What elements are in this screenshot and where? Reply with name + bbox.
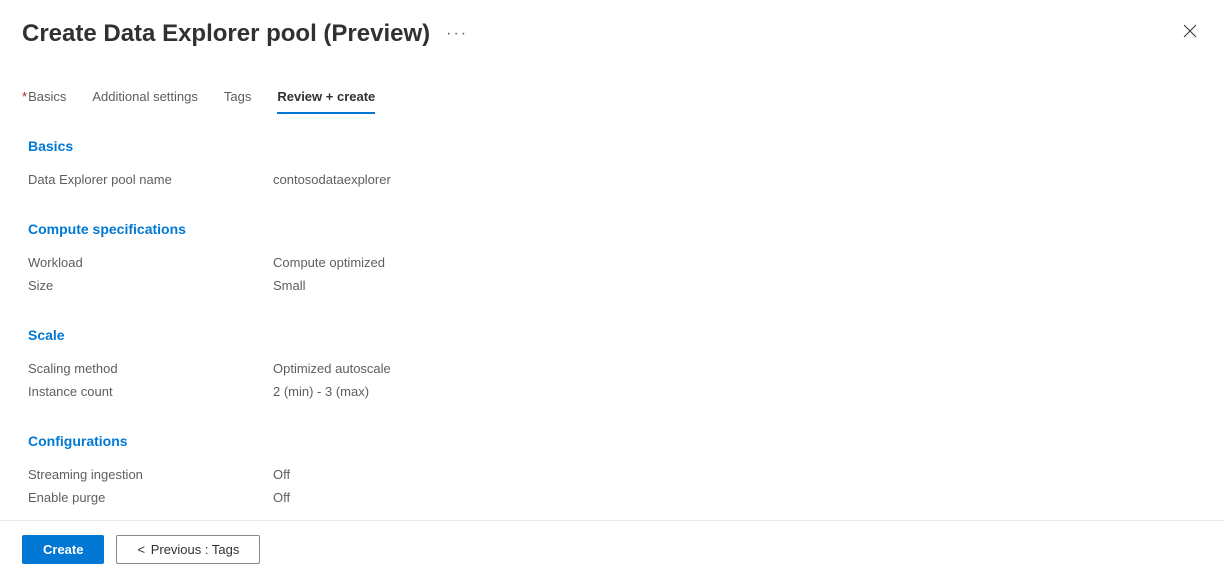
tab-label: Additional settings [92, 89, 198, 104]
label-pool-name: Data Explorer pool name [28, 172, 273, 187]
create-button[interactable]: Create [22, 535, 104, 564]
tab-additional-settings[interactable]: Additional settings [92, 89, 198, 114]
tab-review-create[interactable]: Review + create [277, 89, 375, 114]
label-instance-count: Instance count [28, 384, 273, 399]
row-pool-name: Data Explorer pool name contosodataexplo… [28, 168, 1203, 191]
tab-tags[interactable]: Tags [224, 89, 251, 114]
label-streaming-ingestion: Streaming ingestion [28, 467, 273, 482]
section-header-basics: Basics [28, 138, 1203, 154]
section-header-compute: Compute specifications [28, 221, 1203, 237]
value-workload: Compute optimized [273, 255, 385, 270]
tab-basics[interactable]: *Basics [22, 89, 66, 114]
footer: Create < Previous : Tags [0, 520, 1225, 578]
row-workload: Workload Compute optimized [28, 251, 1203, 274]
section-header-configurations: Configurations [28, 433, 1203, 449]
row-enable-purge: Enable purge Off [28, 486, 1203, 509]
value-streaming-ingestion: Off [273, 467, 290, 482]
value-pool-name: contosodataexplorer [273, 172, 391, 187]
tabs: *Basics Additional settings Tags Review … [0, 59, 1225, 114]
section-basics: Basics Data Explorer pool name contosoda… [28, 138, 1203, 191]
header: Create Data Explorer pool (Preview) ··· [0, 0, 1225, 59]
section-scale: Scale Scaling method Optimized autoscale… [28, 327, 1203, 403]
label-enable-purge: Enable purge [28, 490, 273, 505]
section-header-scale: Scale [28, 327, 1203, 343]
section-compute: Compute specifications Workload Compute … [28, 221, 1203, 297]
value-enable-purge: Off [273, 490, 290, 505]
row-scaling-method: Scaling method Optimized autoscale [28, 357, 1203, 380]
previous-button[interactable]: < Previous : Tags [116, 535, 260, 564]
page-title: Create Data Explorer pool (Preview) [22, 20, 430, 48]
label-scaling-method: Scaling method [28, 361, 273, 376]
previous-button-label: Previous : Tags [151, 542, 240, 557]
chevron-left-icon: < [137, 542, 145, 557]
value-scaling-method: Optimized autoscale [273, 361, 391, 376]
label-workload: Workload [28, 255, 273, 270]
tab-label: Tags [224, 89, 251, 104]
tab-label: Basics [28, 89, 66, 104]
row-streaming-ingestion: Streaming ingestion Off [28, 463, 1203, 486]
close-icon[interactable] [1177, 18, 1203, 49]
value-size: Small [273, 278, 306, 293]
section-configurations: Configurations Streaming ingestion Off E… [28, 433, 1203, 509]
header-left: Create Data Explorer pool (Preview) ··· [22, 20, 468, 48]
tab-label: Review + create [277, 89, 375, 104]
more-options-icon[interactable]: ··· [446, 25, 468, 43]
value-instance-count: 2 (min) - 3 (max) [273, 384, 369, 399]
row-size: Size Small [28, 274, 1203, 297]
row-instance-count: Instance count 2 (min) - 3 (max) [28, 380, 1203, 403]
required-asterisk-icon: * [22, 89, 27, 104]
content-area: Basics Data Explorer pool name contosoda… [0, 114, 1225, 552]
label-size: Size [28, 278, 273, 293]
